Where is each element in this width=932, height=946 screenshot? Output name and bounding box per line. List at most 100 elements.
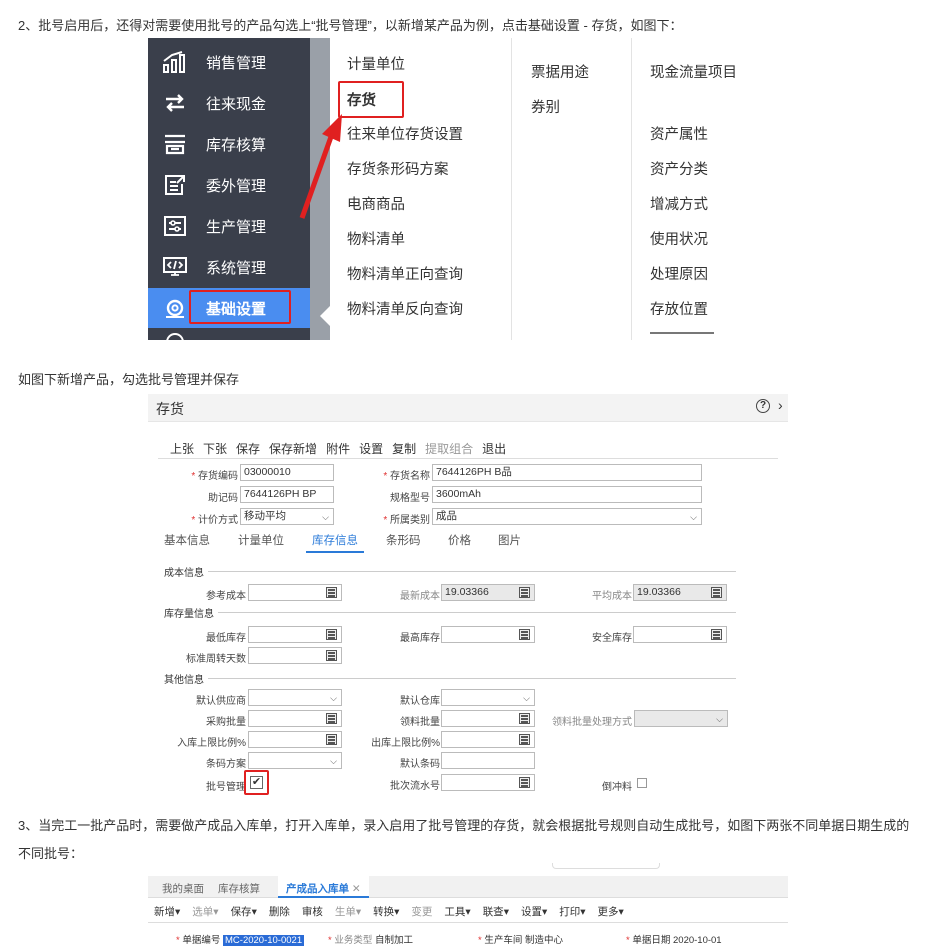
sidebar-item-sales[interactable]: 销售管理 bbox=[148, 42, 310, 82]
calculator-icon bbox=[519, 629, 530, 640]
toolbar-extract[interactable]: 提取组合 bbox=[425, 440, 473, 457]
toolbar-exit[interactable]: 退出 bbox=[482, 440, 506, 457]
menu-item-change-mode[interactable]: 增减方式 bbox=[650, 193, 708, 214]
safe-stock-input[interactable] bbox=[633, 626, 727, 643]
doc-tabbar: 我的桌面 库存核算 产成品入库单 ✕ bbox=[148, 876, 788, 898]
tab-receipt[interactable]: 产成品入库单 ✕ bbox=[278, 876, 369, 898]
menu-item-bom-forward[interactable]: 物料清单正向查询 bbox=[347, 263, 463, 284]
doc-number-value[interactable]: MC-2020-10-0021 bbox=[223, 935, 305, 946]
pricing-label: * 计价方式 bbox=[191, 515, 238, 526]
monitor-code-icon bbox=[160, 255, 190, 279]
backflush-checkbox[interactable] bbox=[637, 778, 647, 788]
code-input[interactable]: 03000010 bbox=[240, 464, 334, 481]
warehouse-select[interactable]: ⌵ bbox=[441, 689, 535, 706]
out-limit-input[interactable] bbox=[441, 731, 535, 748]
barcode-scheme-select[interactable]: ⌵ bbox=[248, 752, 342, 769]
sidebar-item-cash[interactable]: 往来现金 bbox=[148, 83, 310, 123]
category-select[interactable]: 成品 ⌵ bbox=[432, 508, 702, 525]
toolbar-copy[interactable]: 复制 bbox=[392, 440, 416, 457]
help-icon[interactable]: ? bbox=[756, 399, 770, 413]
menu-item-coupon[interactable]: 券别 bbox=[531, 96, 560, 117]
default-barcode-label: 默认条码 bbox=[400, 759, 440, 770]
menu-item-bom[interactable]: 物料清单 bbox=[347, 228, 405, 249]
avg-cost-input: 19.03366 bbox=[633, 584, 727, 601]
in-limit-input[interactable] bbox=[248, 731, 342, 748]
pricing-select[interactable]: 移动平均 ⌵ bbox=[240, 508, 334, 525]
menu-item-barcode-scheme[interactable]: 存货条形码方案 bbox=[347, 158, 449, 179]
toolbar-convert[interactable]: 转换▾ bbox=[373, 904, 399, 919]
purchase-batch-input[interactable] bbox=[248, 710, 342, 727]
menu-item-asset-attr[interactable]: 资产属性 bbox=[650, 123, 708, 144]
tab-image[interactable]: 图片 bbox=[498, 532, 521, 548]
toolbar-audit[interactable]: 审核 bbox=[302, 904, 323, 919]
toolbar-attachment[interactable]: 附件 bbox=[326, 440, 350, 457]
stack-icon bbox=[160, 132, 190, 156]
pick-batch-input[interactable] bbox=[441, 710, 535, 727]
backflush-label: 倒冲料 bbox=[602, 782, 632, 793]
tab-price[interactable]: 价格 bbox=[448, 532, 471, 548]
menu-item-cashflow[interactable]: 现金流量项目 bbox=[650, 61, 737, 82]
menu-item-location[interactable]: 存放位置 bbox=[650, 298, 708, 319]
toolbar-print[interactable]: 打印▾ bbox=[559, 904, 585, 919]
sidebar-item-system[interactable]: 系统管理 bbox=[148, 247, 310, 287]
divider bbox=[148, 922, 788, 923]
mnemonic-input[interactable]: 7644126PH BP bbox=[240, 486, 334, 503]
tab-basic[interactable]: 基本信息 bbox=[164, 532, 210, 548]
toolbar-new[interactable]: 新增▾ bbox=[154, 904, 180, 919]
chevron-down-icon: ⌵ bbox=[322, 512, 329, 522]
turnover-input[interactable] bbox=[248, 647, 342, 664]
menu-item-partner-inventory[interactable]: 往来单位存货设置 bbox=[347, 123, 463, 144]
toolbar-save[interactable]: 保存▾ bbox=[231, 904, 257, 919]
tab-inventory-calc[interactable]: 库存核算 bbox=[218, 881, 260, 896]
menu-item-bom-reverse[interactable]: 物料清单反向查询 bbox=[347, 298, 463, 319]
tab-barcode[interactable]: 条形码 bbox=[386, 532, 421, 548]
toolbar-prev[interactable]: 上张 bbox=[170, 440, 194, 457]
ref-cost-input[interactable] bbox=[248, 584, 342, 601]
pointer-triangle bbox=[320, 306, 330, 326]
menu-item-bill-usage[interactable]: 票据用途 bbox=[531, 61, 589, 82]
calculator-icon bbox=[519, 713, 530, 724]
chevron-down-icon: ⌵ bbox=[330, 756, 337, 766]
sidebar-item-inventory[interactable]: 库存核算 bbox=[148, 124, 310, 164]
tab-stock[interactable]: 库存信息 bbox=[306, 532, 364, 553]
default-barcode-input[interactable] bbox=[441, 752, 535, 769]
tab-desktop[interactable]: 我的桌面 bbox=[162, 881, 204, 896]
menu-item-asset-class[interactable]: 资产分类 bbox=[650, 158, 708, 179]
name-input[interactable]: 7644126PH B品 bbox=[432, 464, 702, 481]
toolbar-select[interactable]: 选单▾ bbox=[192, 904, 218, 919]
column-divider bbox=[631, 38, 632, 340]
spec-label: 规格型号 bbox=[390, 493, 430, 504]
toolbar-settings[interactable]: 设置 bbox=[359, 440, 383, 457]
sidebar-item-production[interactable]: 生产管理 bbox=[148, 206, 310, 246]
toolbar-change[interactable]: 变更 bbox=[411, 904, 432, 919]
min-stock-label: 最低库存 bbox=[206, 633, 246, 644]
toolbar-next[interactable]: 下张 bbox=[203, 440, 227, 457]
toolbar-generate[interactable]: 生单▾ bbox=[335, 904, 361, 919]
menu-item-usage-status[interactable]: 使用状况 bbox=[650, 228, 708, 249]
highlight-basic-settings bbox=[189, 290, 291, 324]
toolbar-settings[interactable]: 设置▾ bbox=[521, 904, 547, 919]
menu-item-ecommerce[interactable]: 电商商品 bbox=[347, 193, 405, 214]
red-arrow bbox=[299, 114, 342, 219]
max-stock-input[interactable] bbox=[441, 626, 535, 643]
toolbar-query[interactable]: 联查▾ bbox=[483, 904, 509, 919]
column-divider bbox=[511, 38, 512, 340]
toolbar-delete[interactable]: 删除 bbox=[269, 904, 290, 919]
toolbar-more[interactable]: 更多▾ bbox=[598, 904, 624, 919]
sidebar-item-outsource[interactable]: 委外管理 bbox=[148, 165, 310, 205]
sliders-icon bbox=[160, 214, 190, 238]
toolbar-save[interactable]: 保存 bbox=[236, 440, 260, 457]
menu-item-reason[interactable]: 处理原因 bbox=[650, 263, 708, 284]
batch-serial-input[interactable] bbox=[441, 774, 535, 791]
spec-input[interactable]: 3600mAh bbox=[432, 486, 702, 503]
chevron-right-icon[interactable]: › bbox=[778, 397, 783, 413]
form-title: 存货 bbox=[156, 401, 184, 417]
menu-item-unit[interactable]: 计量单位 bbox=[347, 53, 405, 74]
toolbar-save-new[interactable]: 保存新增 bbox=[269, 440, 317, 457]
min-stock-input[interactable] bbox=[248, 626, 342, 643]
toolbar-tools[interactable]: 工具▾ bbox=[444, 904, 470, 919]
supplier-select[interactable]: ⌵ bbox=[248, 689, 342, 706]
tab-unit[interactable]: 计量单位 bbox=[238, 532, 284, 548]
batch-serial-label: 批次流水号 bbox=[390, 781, 440, 792]
chevron-down-icon: ⌵ bbox=[716, 714, 723, 724]
